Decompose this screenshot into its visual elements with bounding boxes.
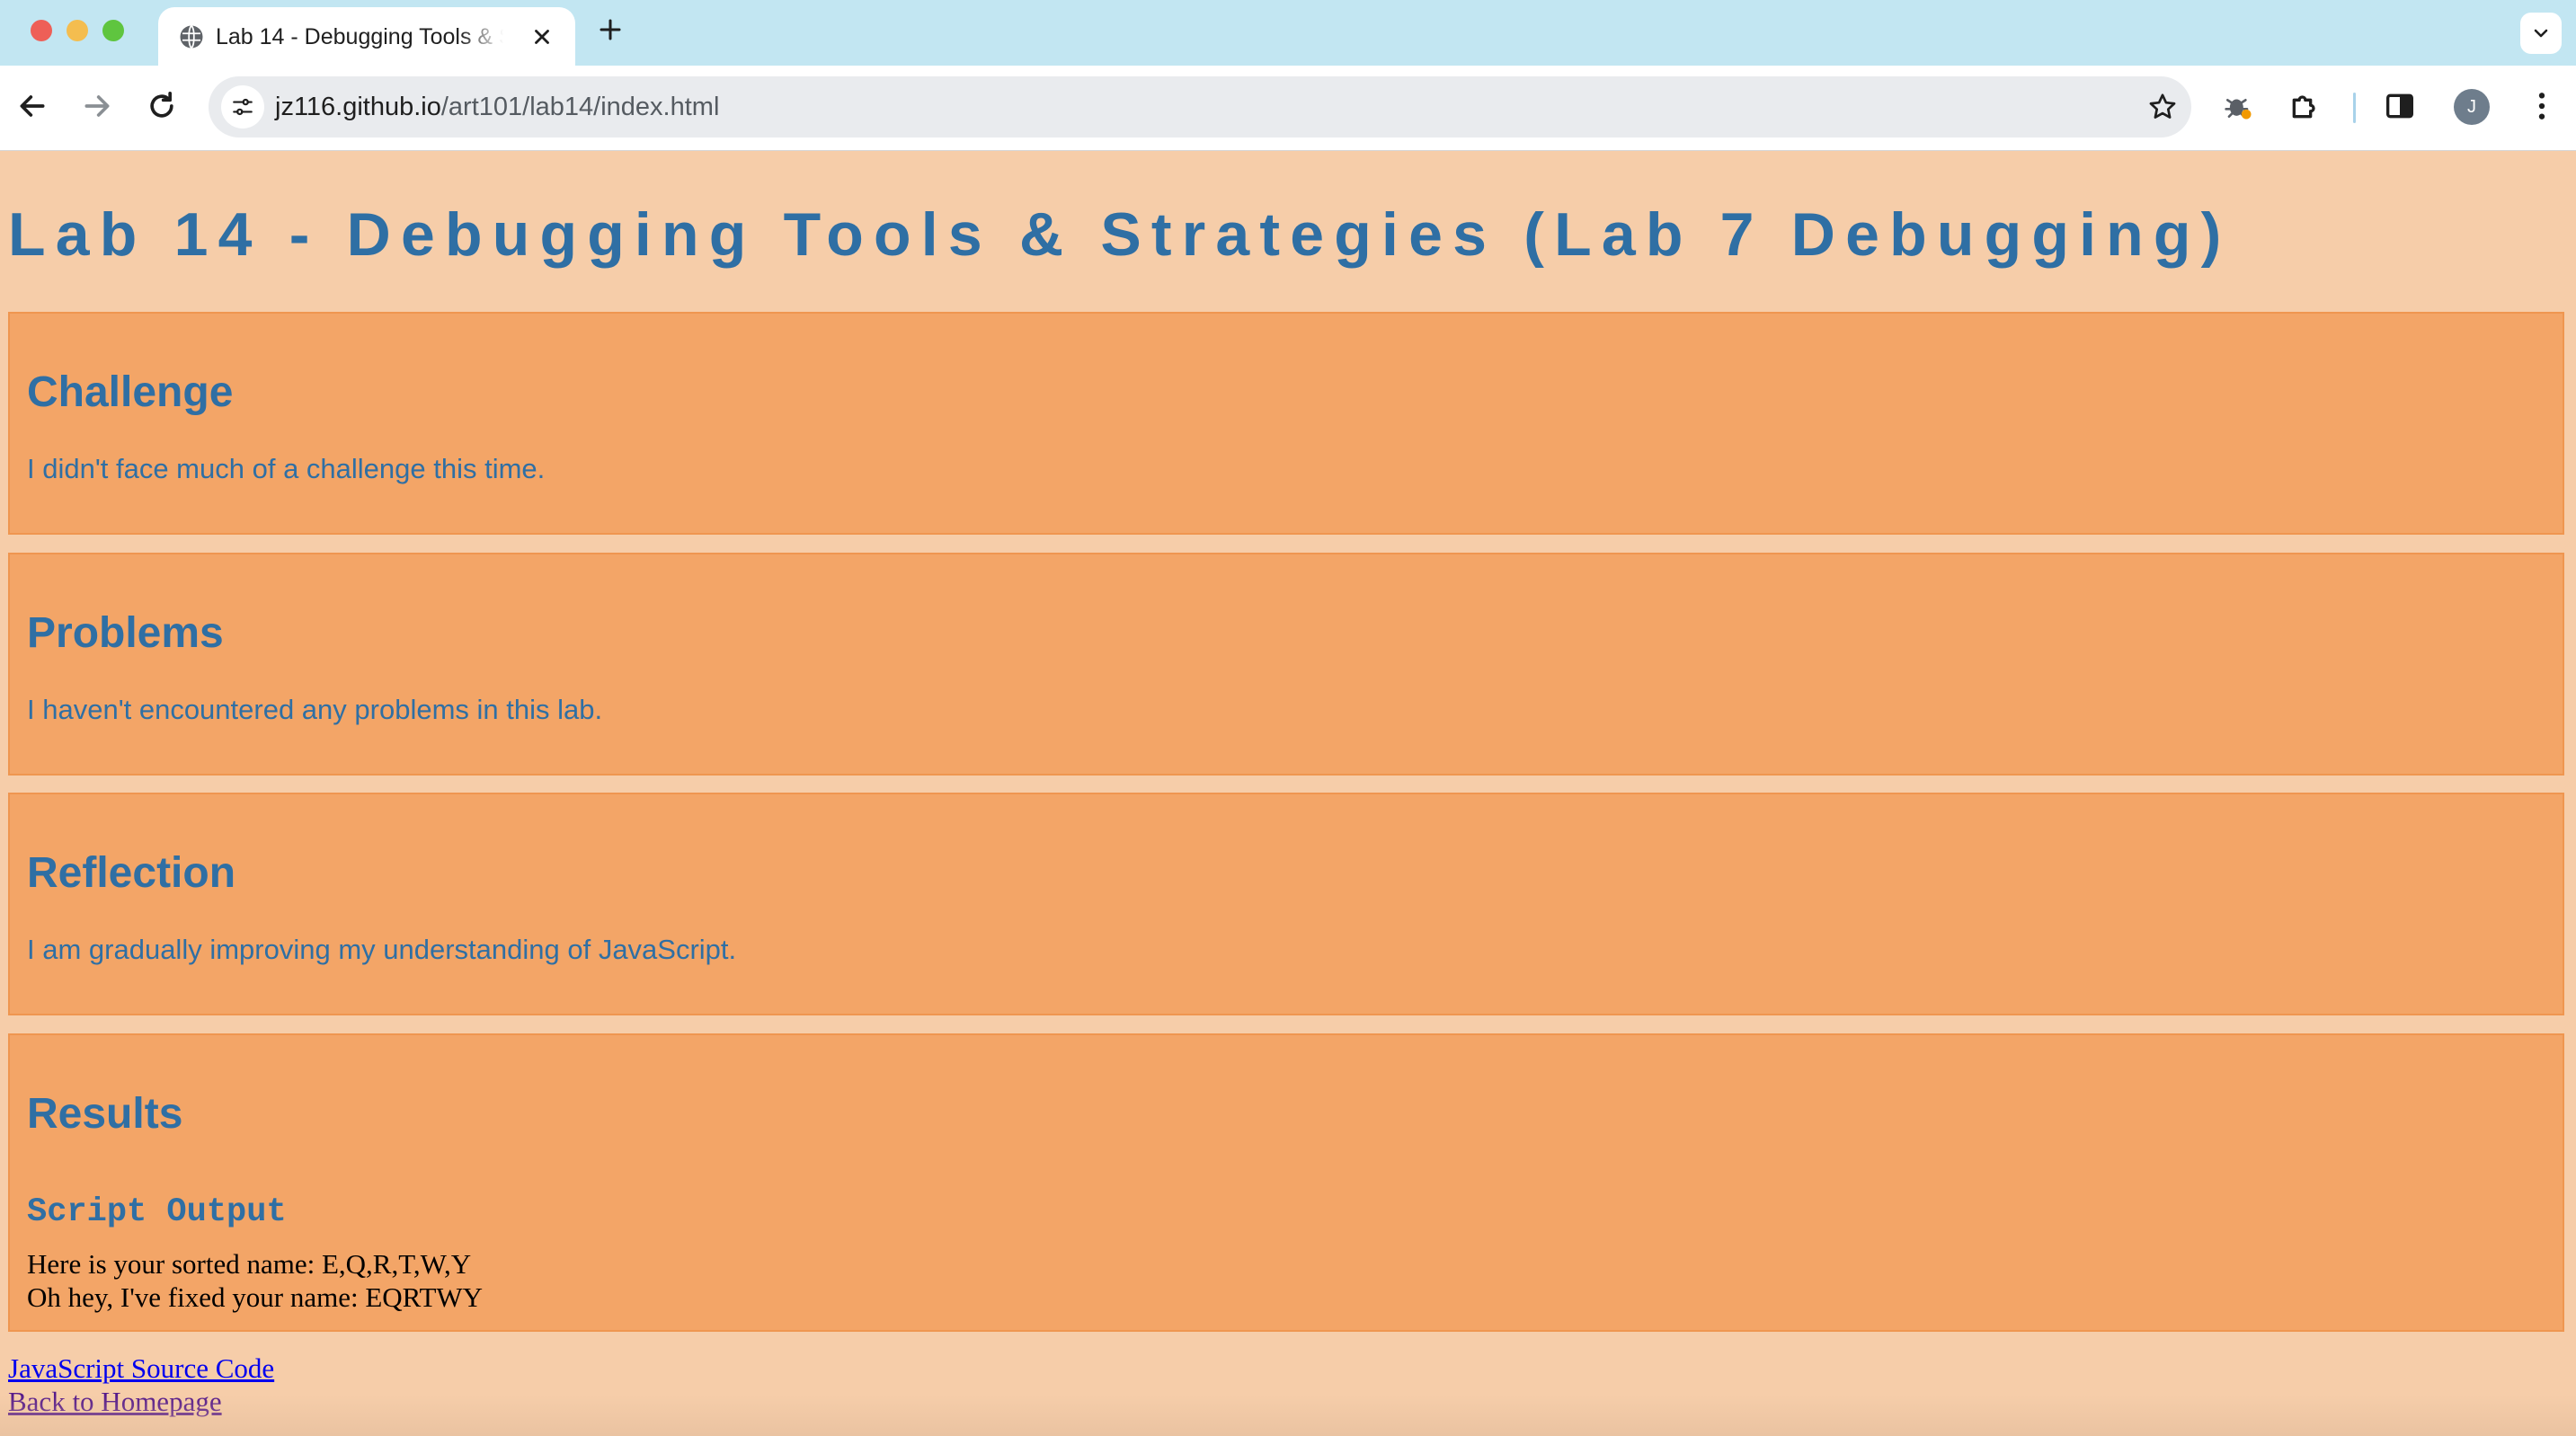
address-bar[interactable]: jz116.github.io/art101/lab14/index.html [209,76,2191,137]
bug-extension-icon [2225,99,2252,120]
new-tab-icon[interactable] [597,16,624,43]
script-output: Here is your sorted name: E,Q,R,T,W,Y Oh… [27,1247,483,1314]
browser-menu-button[interactable] [2524,88,2560,124]
extensions-menu-button[interactable] [2287,88,2323,124]
forward-button[interactable] [79,88,115,124]
tune-icon [233,98,253,116]
challenge-section: Challenge I didn't face much of a challe… [8,312,2564,535]
section-heading: Reflection [27,849,236,897]
window-maximize-button[interactable] [102,20,124,41]
chevron-down-icon [2534,29,2548,38]
url-host: jz116.github.io [275,93,441,121]
side-panel-icon [2386,93,2413,119]
tab-title: Lab 14 - Debugging Tools & Strategies (L… [216,24,503,49]
javascript-source-link[interactable]: JavaScript Source Code [8,1352,274,1385]
close-tab-icon[interactable] [530,25,554,49]
active-tab[interactable]: Lab 14 - Debugging Tools & Strategies (L… [158,7,575,66]
output-line: Oh hey, I've fixed your name: EQRTWY [27,1281,484,1313]
profile-avatar[interactable]: J [2454,89,2490,125]
section-heading: Problems [27,609,224,657]
bottom-shadow [0,1395,2576,1436]
url-path: /art101/lab14/index.html [440,93,720,121]
output-line: Here is your sorted name: E,Q,R,T,W,Y [27,1248,472,1280]
kebab-menu-icon [2538,93,2545,120]
window-close-button[interactable] [31,20,52,41]
side-panel-button[interactable] [2382,88,2418,124]
globe-icon [180,24,203,49]
browser-toolbar: jz116.github.io/art101/lab14/index.html … [0,66,2576,151]
toolbar-separator [2353,93,2356,123]
reload-button[interactable] [144,88,180,124]
page-title: Lab 14 - Debugging Tools & Strategies (L… [8,200,2232,269]
site-info-button[interactable] [221,85,264,129]
tab-search-button[interactable] [2520,13,2562,54]
extension-button[interactable] [2220,88,2256,124]
back-button[interactable] [14,88,50,124]
reload-icon [150,92,173,118]
url-text[interactable]: jz116.github.io/art101/lab14/index.html [275,93,719,122]
window-minimize-button[interactable] [67,20,88,41]
section-text: I haven't encountered any problems in th… [27,694,603,725]
problems-section: Problems I haven't encountered any probl… [8,553,2564,776]
section-heading: Results [27,1090,183,1138]
arrow-right-icon [84,95,110,117]
tab-strip: Lab 14 - Debugging Tools & Strategies (L… [0,0,2576,66]
reflection-section: Reflection I am gradually improving my u… [8,793,2564,1015]
page-content: Lab 14 - Debugging Tools & Strategies (L… [0,151,2576,1436]
section-heading: Challenge [27,368,234,416]
script-output-heading: Script Output [27,1193,287,1231]
bookmark-star-icon[interactable] [2146,91,2179,123]
puzzle-icon [2292,95,2315,119]
results-section: Results Script Output Here is your sorte… [8,1033,2564,1332]
arrow-left-icon [20,95,45,117]
section-text: I am gradually improving my understandin… [27,934,737,965]
section-text: I didn't face much of a challenge this t… [27,453,546,484]
